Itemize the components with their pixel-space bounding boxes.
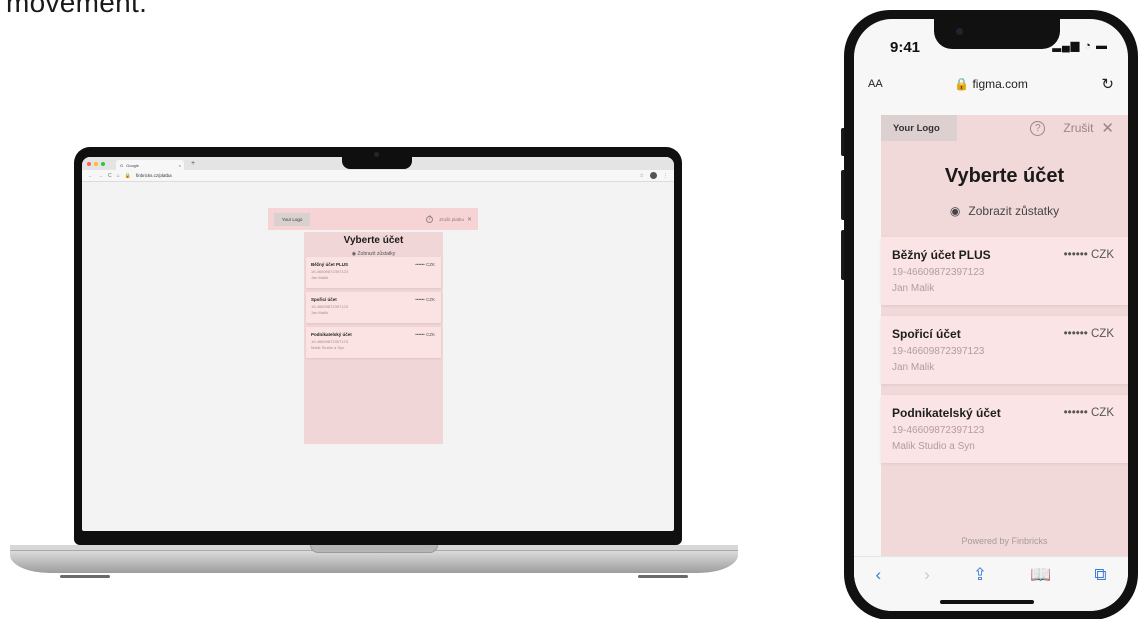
page-title: Vyberte účet <box>343 235 404 246</box>
status-time: 9:41 <box>890 39 921 56</box>
laptop-foot <box>60 575 110 578</box>
account-balance: •••••• CZK <box>415 262 435 267</box>
safari-address-bar[interactable]: AA 🔒 figma.com ↻ <box>854 69 1128 99</box>
account-balance: •••••• CZK <box>415 332 435 337</box>
close-window-icon[interactable] <box>87 161 91 166</box>
reload-icon[interactable]: C <box>108 173 112 179</box>
menu-icon[interactable]: ⋮ <box>663 173 668 179</box>
phone-screen: 9:41 ▂▄▆ ◔ ▬ AA 🔒 figma.com ↻ Your Logo … <box>854 19 1128 611</box>
minimize-window-icon[interactable] <box>94 161 98 166</box>
laptop-opening-notch <box>310 545 438 553</box>
browser-tab[interactable]: G Google × <box>116 160 184 170</box>
account-owner: Malík Studio a Syn <box>311 344 345 350</box>
laptop-mockup: G Google × + ← → C ⌂ 🔒 finbricks.cz/plat… <box>10 147 738 587</box>
bookmarks-icon[interactable]: 📖 <box>1030 565 1051 585</box>
tab-close-icon[interactable]: × <box>179 163 181 168</box>
account-card[interactable]: Spořicí účet •••••• CZK 19-466098723971​… <box>306 292 441 323</box>
phone-notch <box>934 19 1060 49</box>
help-icon[interactable]: ? <box>1030 120 1046 136</box>
account-owner: Jan Malik <box>892 362 935 373</box>
laptop-foot <box>638 575 688 578</box>
cancel-payment-link[interactable]: Zrušit platbu <box>439 217 464 222</box>
browser-toolbar: ← → C ⌂ 🔒 finbricks.cz/platba ☆ ⋮ <box>82 170 674 182</box>
payment-header: Your Logo ? Zrušit platbu ✕ <box>268 208 478 230</box>
account-owner: Jan Malík <box>311 274 329 280</box>
phone-mockup: 9:41 ▂▄▆ ◔ ▬ AA 🔒 figma.com ↻ Your Logo … <box>841 10 1138 619</box>
safari-toolbar: ‹ › ⇪ 📖 ⧉ <box>854 556 1128 611</box>
account-picker-panel: Vyberte účet ◉ Zobrazit zůstatky Běžný ú… <box>304 232 443 444</box>
marketing-slide: movement. G Google × + ← → C ⌂ 🔒 finbric… <box>0 0 1138 619</box>
google-icon: G <box>120 162 124 168</box>
account-balance: •••••• CZK <box>1063 328 1114 340</box>
camera-icon <box>374 152 379 157</box>
tabs-icon[interactable]: ⧉ <box>1094 565 1106 585</box>
cancel-link[interactable]: Zrušit <box>1063 121 1093 135</box>
share-icon[interactable]: ⇪ <box>973 565 987 585</box>
home-indicator <box>940 600 1034 604</box>
intro-text: movement. <box>6 0 148 18</box>
account-balance: •••••• CZK <box>1063 249 1114 261</box>
payment-header: Your Logo ? Zrušit ✕ <box>881 115 1128 141</box>
browser-actions: ☆ ⋮ <box>640 172 668 179</box>
star-icon[interactable]: ☆ <box>640 173 644 179</box>
account-owner: Malik Studio a Syn <box>892 441 975 452</box>
logo-placeholder: Your Logo <box>881 115 957 141</box>
account-number: 19-46609872397123 <box>892 346 985 357</box>
forward-icon[interactable]: › <box>924 565 930 585</box>
account-card[interactable]: Běžný účet PLUS •••••• CZK 19-4660987239… <box>881 237 1128 305</box>
home-icon[interactable]: ⌂ <box>117 173 120 179</box>
lock-icon: 🔒 <box>124 172 131 179</box>
close-icon[interactable]: ✕ <box>1101 119 1114 137</box>
status-bar: 9:41 ▂▄▆ ◔ ▬ <box>854 19 1128 69</box>
address-bar[interactable]: finbricks.cz/platba <box>136 173 172 178</box>
page-title: Vyberte účet <box>944 165 1065 187</box>
laptop-notch <box>342 147 412 169</box>
back-icon[interactable]: ‹ <box>876 565 882 585</box>
show-balances-toggle[interactable]: ◉ Zobrazit zůstatky <box>881 204 1128 218</box>
account-number: 19-46609872397123 <box>892 267 985 278</box>
account-owner: Jan Malík <box>311 309 329 315</box>
account-number: 19-46609872397123 <box>892 425 985 436</box>
laptop-screen: G Google × + ← → C ⌂ 🔒 finbricks.cz/plat… <box>82 157 674 531</box>
eye-icon: ◉ <box>949 204 961 218</box>
browser-tab-title: Google <box>126 162 140 168</box>
account-owner: Jan Malik <box>892 283 935 294</box>
account-balance: •••••• CZK <box>1063 407 1114 419</box>
account-card[interactable]: Podnikatelský účet •••••• CZK 19-4660987… <box>881 395 1128 463</box>
powered-by-text: Powered by Finbricks <box>961 536 1048 546</box>
show-balances-label: Zobrazit zůstatky <box>968 204 1060 218</box>
back-icon[interactable]: ← <box>88 173 93 179</box>
account-card[interactable]: Běžný účet PLUS •••••• CZK 19-4660987239… <box>306 257 441 288</box>
forward-icon[interactable]: → <box>98 173 103 179</box>
account-picker-panel: Your Logo ? Zrušit ✕ Vyberte účet ◉ Zobra… <box>881 115 1128 556</box>
maximize-window-icon[interactable] <box>101 161 105 166</box>
help-icon[interactable]: ? <box>426 215 434 223</box>
profile-avatar[interactable] <box>650 172 657 179</box>
account-card[interactable]: Podnikatelský účet •••••• CZK 19-4660987… <box>306 327 441 358</box>
signal-wifi-battery-icon: ▂▄▆ ◔ ▬ <box>1052 40 1108 52</box>
logo-placeholder: Your Logo <box>274 212 311 226</box>
account-balance: •••••• CZK <box>415 297 435 302</box>
laptop-lid: G Google × + ← → C ⌂ 🔒 finbricks.cz/plat… <box>74 147 682 545</box>
phone-frame: 9:41 ▂▄▆ ◔ ▬ AA 🔒 figma.com ↻ Your Logo … <box>844 10 1138 619</box>
account-card[interactable]: Spořicí účet •••••• CZK 19-4660987239712… <box>881 316 1128 384</box>
web-content: Your Logo ? Zrušit ✕ Vyberte účet ◉ Zobra… <box>854 115 1128 556</box>
new-tab-button[interactable]: + <box>191 160 195 167</box>
camera-icon <box>956 28 963 35</box>
address-url[interactable]: 🔒 figma.com <box>854 77 1128 91</box>
close-icon[interactable]: ✕ <box>467 216 472 223</box>
